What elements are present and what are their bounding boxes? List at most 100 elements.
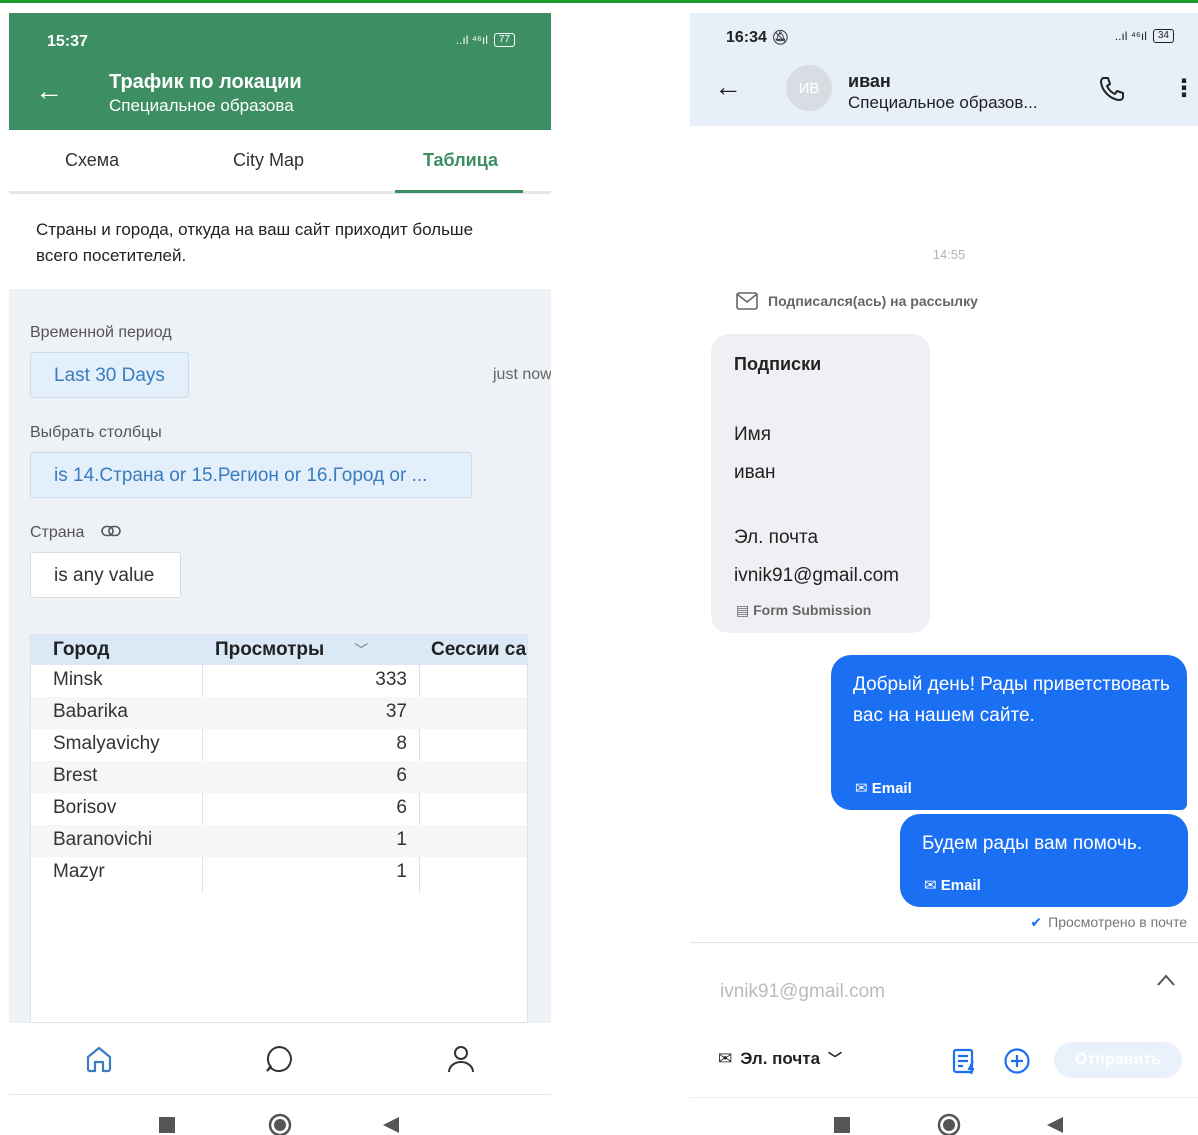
- table-row[interactable]: Borisov 6: [31, 793, 527, 825]
- back-system-icon[interactable]: [1047, 1117, 1063, 1135]
- right-app-bar: 16:34 🔕︎ ..ıl ⁴⁶ıl 34 ← ИВ иван Специаль…: [690, 13, 1198, 126]
- back-system-icon[interactable]: [383, 1117, 399, 1135]
- cell-views: 6: [396, 797, 407, 818]
- card-name-label: Имя: [734, 424, 772, 445]
- period-label: Временной период: [30, 324, 172, 341]
- filter-panel: Временной период Last 30 Days just now В…: [9, 289, 551, 1023]
- tab-city-map[interactable]: City Map: [233, 150, 304, 171]
- message-text: Будем рады вам помочь.: [922, 833, 1143, 854]
- table-row[interactable]: Babarika 37: [31, 697, 527, 729]
- recipient-field[interactable]: ivnik91@gmail.com: [720, 981, 885, 1003]
- tab-schema[interactable]: Схема: [65, 150, 119, 171]
- link-icon[interactable]: [101, 524, 121, 541]
- mail-icon: ✉: [924, 877, 937, 894]
- tab-bar: Схема City Map Таблица: [9, 130, 551, 194]
- clipboard-icon: ▤: [736, 602, 750, 618]
- composer-divider: [690, 942, 1198, 943]
- sort-desc-icon[interactable]: ﹀: [354, 642, 368, 658]
- signal-icon: ..ıl ⁴⁶ıl: [455, 33, 488, 47]
- active-tab-indicator: [395, 190, 523, 193]
- table-header: Город Просмотры ﹀ Сессии са: [31, 635, 527, 665]
- cell-views: 1: [396, 861, 407, 882]
- template-icon[interactable]: [951, 1047, 979, 1080]
- profile-icon[interactable]: [445, 1043, 477, 1075]
- chat-icon[interactable]: [263, 1043, 295, 1075]
- country-label: Страна: [30, 524, 85, 541]
- recents-icon[interactable]: [159, 1117, 175, 1135]
- column-header-views[interactable]: Просмотры ﹀: [215, 639, 368, 661]
- subscription-card: Подписки Имя иван Эл. почта ivnik91@gmai…: [711, 334, 930, 633]
- cell-views: 333: [375, 669, 407, 690]
- subscription-event-text: Подписался(ась) на рассылку: [768, 293, 978, 309]
- channel-selector[interactable]: ✉ Эл. почта ﹀: [718, 1049, 842, 1069]
- column-header-sessions[interactable]: Сессии са: [431, 639, 526, 661]
- subscription-event: Подписался(ась) на рассылку: [736, 292, 978, 310]
- period-filter-button[interactable]: Last 30 Days: [30, 352, 189, 398]
- battery-icon: 34: [1152, 29, 1174, 43]
- read-receipt: ✔ Просмотрено в почте: [1030, 914, 1187, 931]
- cell-city: Borisov: [53, 797, 117, 818]
- status-time: 15:37: [47, 33, 88, 50]
- send-button[interactable]: Отправить: [1054, 1042, 1182, 1078]
- columns-filter-button[interactable]: is 14.Страна or 15.Регион or 16.Город or…: [30, 452, 472, 498]
- cell-views: 8: [396, 733, 407, 754]
- table-row[interactable]: Baranovichi 1: [31, 825, 527, 857]
- bottom-nav: [9, 1023, 551, 1095]
- message-bubble[interactable]: Будем рады вам помочь. ✉ Email: [900, 814, 1188, 907]
- top-border: [0, 0, 1198, 3]
- more-vert-icon[interactable]: ⋮: [1172, 77, 1196, 101]
- cell-city: Baranovichi: [53, 829, 153, 850]
- back-arrow-icon[interactable]: ←: [714, 73, 742, 101]
- cell-city: Brest: [53, 765, 98, 786]
- contact-subtitle: Специальное образов...: [848, 93, 1038, 112]
- read-receipt-text: Просмотрено в почте: [1048, 914, 1187, 930]
- mute-bell-icon: 🔕︎: [771, 29, 790, 45]
- home-icon[interactable]: [83, 1043, 115, 1075]
- card-source-text: Form Submission: [753, 602, 872, 618]
- country-label-wrap: Страна: [30, 524, 121, 542]
- status-time-text: 16:34: [726, 29, 767, 46]
- back-arrow-icon[interactable]: ←: [35, 77, 63, 105]
- card-email-value: ivnik91@gmail.com: [734, 565, 900, 586]
- message-channel: ✉ Email: [924, 876, 981, 894]
- cell-views: 6: [396, 765, 407, 786]
- table-row[interactable]: Brest 6: [31, 761, 527, 793]
- chevron-down-icon: ﹀: [828, 1051, 843, 1067]
- country-filter-button[interactable]: is any value: [30, 552, 181, 598]
- signal-icon: ..ıl ⁴⁶ıl: [1114, 29, 1147, 43]
- tab-table[interactable]: Таблица: [423, 150, 498, 171]
- table-row[interactable]: Smalyavichy 8: [31, 729, 527, 761]
- add-circle-icon[interactable]: [1003, 1047, 1031, 1080]
- message-bubble[interactable]: Добрый день! Рады приветствовать вас на …: [831, 655, 1187, 810]
- phone-icon[interactable]: [1098, 75, 1126, 108]
- card-title: Подписки: [734, 354, 822, 374]
- page-title: Трафик по локации: [109, 71, 302, 93]
- message-channel-text: Email: [871, 780, 912, 797]
- cell-city: Minsk: [53, 669, 103, 690]
- left-app-bar: 15:37 ..ıl ⁴⁶ıl 77 ← Трафик по локации С…: [9, 13, 551, 130]
- table-row[interactable]: Minsk 333: [31, 665, 527, 697]
- city-table: Город Просмотры ﹀ Сессии са Minsk 333 Baba…: [30, 634, 528, 1023]
- status-icons: ..ıl ⁴⁶ıl 34: [1115, 29, 1174, 43]
- system-nav-bar: [690, 1097, 1198, 1135]
- report-description: Страны и города, откуда на ваш сайт прих…: [36, 220, 474, 265]
- status-time: 16:34 🔕︎: [726, 29, 789, 47]
- chevron-up-icon[interactable]: [1156, 973, 1176, 992]
- cell-views: 37: [385, 701, 407, 722]
- card-source: ▤ Form Submission: [736, 602, 871, 619]
- cell-city: Babarika: [53, 701, 128, 722]
- cell-city: Mazyr: [53, 861, 105, 882]
- message-text: Добрый день! Рады приветствовать вас на …: [853, 674, 1170, 726]
- avatar[interactable]: ИВ: [786, 65, 832, 111]
- updated-label: just now: [493, 366, 551, 383]
- home-system-icon[interactable]: [937, 1113, 961, 1135]
- status-icons: ..ıl ⁴⁶ıl 77: [456, 33, 515, 47]
- card-name-value: иван: [734, 462, 776, 483]
- timestamp: 14:55: [932, 247, 966, 262]
- right-phone: 16:34 🔕︎ ..ıl ⁴⁶ıl 34 ← ИВ иван Специаль…: [690, 13, 1198, 1135]
- table-row[interactable]: Mazyr 1: [31, 857, 527, 889]
- column-header-city[interactable]: Город: [53, 639, 109, 661]
- home-system-icon[interactable]: [268, 1113, 292, 1135]
- mail-icon: ✉: [855, 780, 868, 797]
- recents-icon[interactable]: [834, 1117, 850, 1135]
